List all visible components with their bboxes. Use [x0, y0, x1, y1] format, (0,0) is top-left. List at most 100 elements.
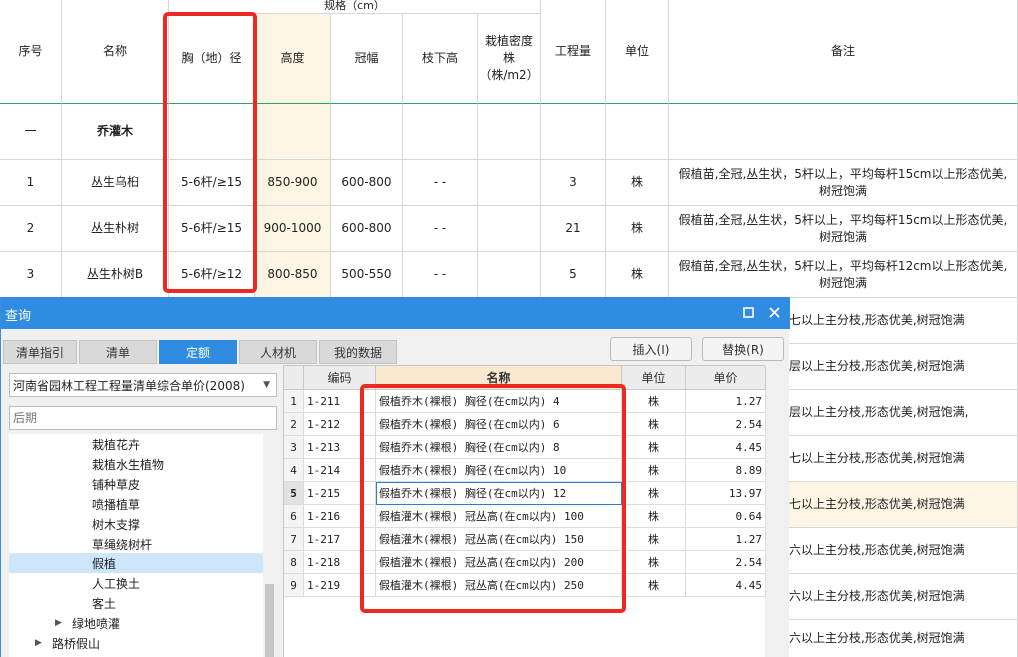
quota-unit[interactable]: 株 [622, 482, 686, 505]
quota-unit[interactable]: 株 [622, 528, 686, 551]
header-remark: 备注 [669, 0, 1018, 104]
expand-arrow-icon[interactable]: ▶ [35, 638, 42, 648]
quota-code[interactable]: 1-212 [304, 413, 376, 436]
row-1-qty: 3 [541, 160, 606, 206]
quota-code[interactable]: 1-211 [304, 390, 376, 413]
expand-arrow-icon[interactable]: ▶ [55, 618, 62, 628]
quota-unit[interactable]: 株 [622, 436, 686, 459]
quota-unit[interactable]: 株 [622, 413, 686, 436]
quota-price[interactable]: 13.97 [686, 482, 766, 505]
row-index[interactable]: 6 [284, 505, 304, 528]
quota-unit[interactable]: 株 [622, 574, 686, 597]
dialog-title-bar[interactable]: 查询 [1, 297, 790, 329]
section-no: 一 [0, 104, 62, 160]
remark-fragment: 七以上主分枝,形态优美,树冠饱满 [789, 436, 1018, 482]
row-2-name: 丛生朴树 [62, 206, 169, 252]
header-no: 序号 [0, 0, 62, 104]
remark-fragment: 六以上主分枝,形态优美,树冠饱满 [789, 620, 1018, 657]
quota-name-current[interactable]: 假植乔木(裸根) 胸径(在cm以内) 12 [376, 482, 622, 505]
tree-item[interactable]: 栽植花卉 [9, 434, 263, 454]
row-index[interactable]: 3 [284, 436, 304, 459]
row-3-qty: 5 [541, 252, 606, 298]
tab-bill[interactable]: 清单 [79, 340, 157, 364]
quota-code[interactable]: 1-215 [304, 482, 376, 505]
quota-price[interactable]: 8.89 [686, 459, 766, 482]
tab-bill-guide[interactable]: 清单指引 [3, 340, 77, 364]
tree-item[interactable]: 栽植水生植物 [9, 454, 263, 474]
grid-header-price[interactable]: 单价 [686, 366, 766, 390]
quota-unit[interactable]: 株 [622, 459, 686, 482]
quota-code[interactable]: 1-219 [304, 574, 376, 597]
tree-item[interactable]: 铺种草皮 [9, 474, 263, 494]
maximize-icon[interactable] [739, 303, 757, 321]
quota-name[interactable]: 假植乔木(裸根) 胸径(在cm以内) 4 [376, 390, 622, 413]
quota-price[interactable]: 0.64 [686, 505, 766, 528]
replace-button[interactable]: 替换(R) [702, 337, 784, 361]
quota-name[interactable]: 假植乔木(裸根) 胸径(在cm以内) 10 [376, 459, 622, 482]
tree-scrollbar[interactable] [263, 434, 276, 657]
quota-name[interactable]: 假植灌木(裸根) 冠丛高(在cm以内) 200 [376, 551, 622, 574]
row-index[interactable]: 1 [284, 390, 304, 413]
row-1-clear-trunk: - - [403, 160, 478, 206]
row-index[interactable]: 4 [284, 459, 304, 482]
row-2-dbh: 5-6杆/≥15 [169, 206, 255, 252]
tab-quota[interactable]: 定额 [159, 340, 237, 364]
tree-item[interactable]: 树木支撑 [9, 514, 263, 534]
grid-header-code[interactable]: 编码 [304, 366, 376, 390]
quota-code[interactable]: 1-218 [304, 551, 376, 574]
row-1-no: 1 [0, 160, 62, 206]
row-index[interactable]: 8 [284, 551, 304, 574]
library-select-value: 河南省园林工程工程量清单综合单价(2008) [13, 378, 245, 393]
library-select[interactable]: 河南省园林工程工程量清单综合单价(2008) ▼ [9, 373, 277, 397]
quota-code[interactable]: 1-213 [304, 436, 376, 459]
quota-name[interactable]: 假植乔木(裸根) 胸径(在cm以内) 8 [376, 436, 622, 459]
tree-item-group[interactable]: ▶ 绿地喷灌 [9, 613, 263, 633]
remark-fragment: 七以上主分枝,形态优美,树冠饱满 [789, 298, 1018, 344]
row-index[interactable]: 9 [284, 574, 304, 597]
quota-name[interactable]: 假植灌木(裸根) 冠丛高(在cm以内) 100 [376, 505, 622, 528]
row-index-selected[interactable]: 5 [284, 482, 304, 505]
quota-name[interactable]: 假植灌木(裸根) 冠丛高(在cm以内) 250 [376, 574, 622, 597]
filter-input[interactable] [9, 406, 277, 430]
quota-name[interactable]: 假植灌木(裸根) 冠丛高(在cm以内) 150 [376, 528, 622, 551]
header-clear-trunk: 枝下高 [403, 14, 478, 104]
close-icon[interactable] [765, 303, 783, 321]
quota-code[interactable]: 1-214 [304, 459, 376, 482]
quota-price[interactable]: 1.27 [686, 528, 766, 551]
tree-item[interactable]: 人工换土 [9, 573, 263, 593]
quota-unit[interactable]: 株 [622, 390, 686, 413]
quota-price[interactable]: 4.45 [686, 574, 766, 597]
row-index[interactable]: 2 [284, 413, 304, 436]
row-index[interactable]: 7 [284, 528, 304, 551]
quota-price[interactable]: 4.45 [686, 436, 766, 459]
row-1-unit: 株 [606, 160, 669, 206]
quota-name[interactable]: 假植乔木(裸根) 胸径(在cm以内) 6 [376, 413, 622, 436]
row-3-crown: 500-550 [331, 252, 403, 298]
dialog-title: 查询 [5, 309, 32, 324]
row-3-clear-trunk: - - [403, 252, 478, 298]
tree-item[interactable]: 客土 [9, 593, 263, 613]
tab-my-data[interactable]: 我的数据 [319, 340, 397, 364]
quota-unit[interactable]: 株 [622, 551, 686, 574]
quota-price[interactable]: 1.27 [686, 390, 766, 413]
header-density: 栽植密度株（株/m2） [478, 14, 541, 104]
tree-item[interactable]: 草绳绕树杆 [9, 534, 263, 554]
tree-item-label: 路桥假山 [52, 636, 101, 651]
quota-unit[interactable]: 株 [622, 505, 686, 528]
quota-code[interactable]: 1-216 [304, 505, 376, 528]
quota-code[interactable]: 1-217 [304, 528, 376, 551]
tab-labor-material[interactable]: 人材机 [239, 340, 317, 364]
quota-tree: 栽植花卉 栽植水生植物 铺种草皮 喷播植草 树木支撑 草绳绕树杆 假植 人工换土… [9, 434, 263, 657]
tree-item[interactable]: 喷播植草 [9, 494, 263, 514]
remark-fragment: 层以上主分枝,形态优美,树冠饱满 [789, 344, 1018, 390]
scrollbar-thumb[interactable] [265, 584, 274, 657]
tree-item-selected[interactable]: 假植 [9, 553, 263, 573]
tree-item-group[interactable]: ▶ 路桥假山 [9, 633, 263, 653]
quota-price[interactable]: 2.54 [686, 551, 766, 574]
remark-fragment: 层以上主分枝,形态优美,树冠饱满, [789, 390, 1018, 436]
row-3-no: 3 [0, 252, 62, 298]
grid-header-unit[interactable]: 单位 [622, 366, 686, 390]
grid-header-name[interactable]: 名称 [376, 366, 622, 390]
quota-price[interactable]: 2.54 [686, 413, 766, 436]
insert-button[interactable]: 插入(I) [610, 337, 692, 361]
